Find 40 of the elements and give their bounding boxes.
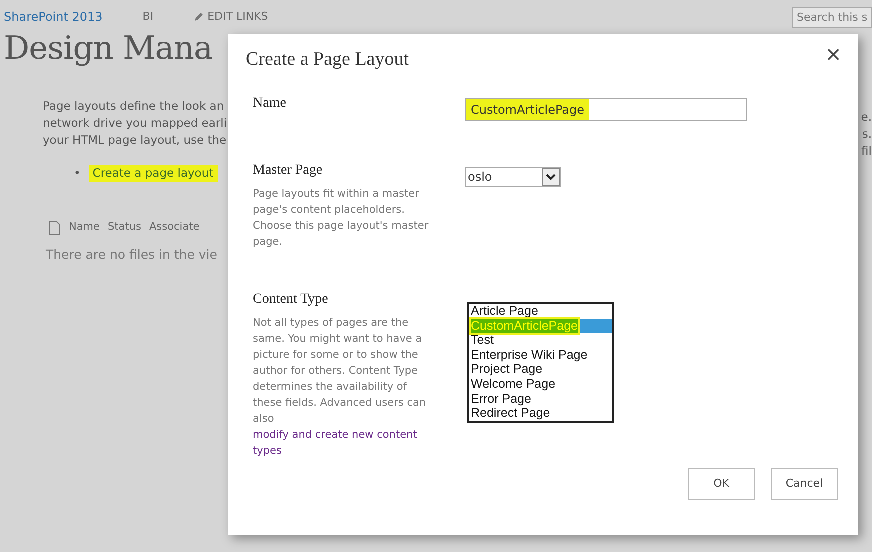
chevron-down-icon — [546, 174, 556, 180]
intro-text: your HTML page layout, use the — [43, 132, 227, 149]
intro-text: network drive you mapped earli — [43, 115, 228, 132]
list-option[interactable]: Welcome Page — [469, 376, 612, 392]
document-icon — [49, 220, 61, 236]
list-option[interactable]: Project Page — [469, 362, 612, 377]
intro-text: e. — [861, 109, 872, 126]
bullet: • — [74, 165, 81, 182]
column-header[interactable]: Status — [108, 220, 142, 236]
field-description: Page layouts fit within a master page's content placeholders. Choose this page layout's master page. — [253, 187, 430, 250]
intro-text: fil — [862, 143, 872, 160]
site-title-link[interactable]: SharePoint 2013 — [4, 8, 103, 26]
close-button[interactable]: × — [821, 42, 846, 66]
nav-link[interactable]: EDIT LINKS — [194, 8, 268, 26]
column-header[interactable]: Name — [69, 220, 100, 236]
master-page-select[interactable]: oslo — [465, 167, 561, 187]
content-type-listbox[interactable]: Article Page CustomArticlePage Test Enterprise Wiki Page Project Page Welcome Page Error Page Redirect Page — [467, 302, 614, 423]
intro-text: Page layouts define the look an — [43, 98, 224, 115]
create-layout-link[interactable]: Create a page layout — [88, 165, 218, 182]
field-label: Master Page — [253, 162, 323, 180]
dialog-button[interactable]: Cancel — [771, 468, 838, 500]
dialog-button[interactable]: OK — [688, 468, 755, 500]
column-header[interactable]: Associate — [149, 220, 200, 236]
list-option[interactable]: Enterprise Wiki Page — [469, 348, 612, 362]
name-input[interactable]: CustomArticlePage — [465, 98, 747, 121]
list-option[interactable]: Article Page — [469, 304, 612, 319]
content-types-link[interactable]: modify and create new content types — [253, 427, 438, 459]
dialog-title: Create a Page Layout — [246, 49, 410, 72]
pencil-icon — [194, 12, 204, 22]
nav-link[interactable]: BI — [142, 8, 154, 26]
list-option[interactable]: Test — [469, 333, 612, 348]
field-description: Not all types of pages are the same. You might want to have a picture for some or to show the author for others. Content Type determines the availability of these fields. Advanced users can also modify and create new content types — [253, 315, 438, 459]
page-title: Design Mana — [4, 28, 213, 68]
search-field[interactable]: Search this s — [792, 6, 872, 28]
list-option[interactable]: Redirect Page — [469, 406, 612, 421]
empty-message: There are no files in the vie — [46, 246, 218, 264]
list-option[interactable]: Error Page — [469, 392, 612, 406]
field-label: Content Type — [253, 291, 328, 309]
field-label: Name — [253, 95, 286, 113]
intro-text: s. — [862, 126, 872, 143]
